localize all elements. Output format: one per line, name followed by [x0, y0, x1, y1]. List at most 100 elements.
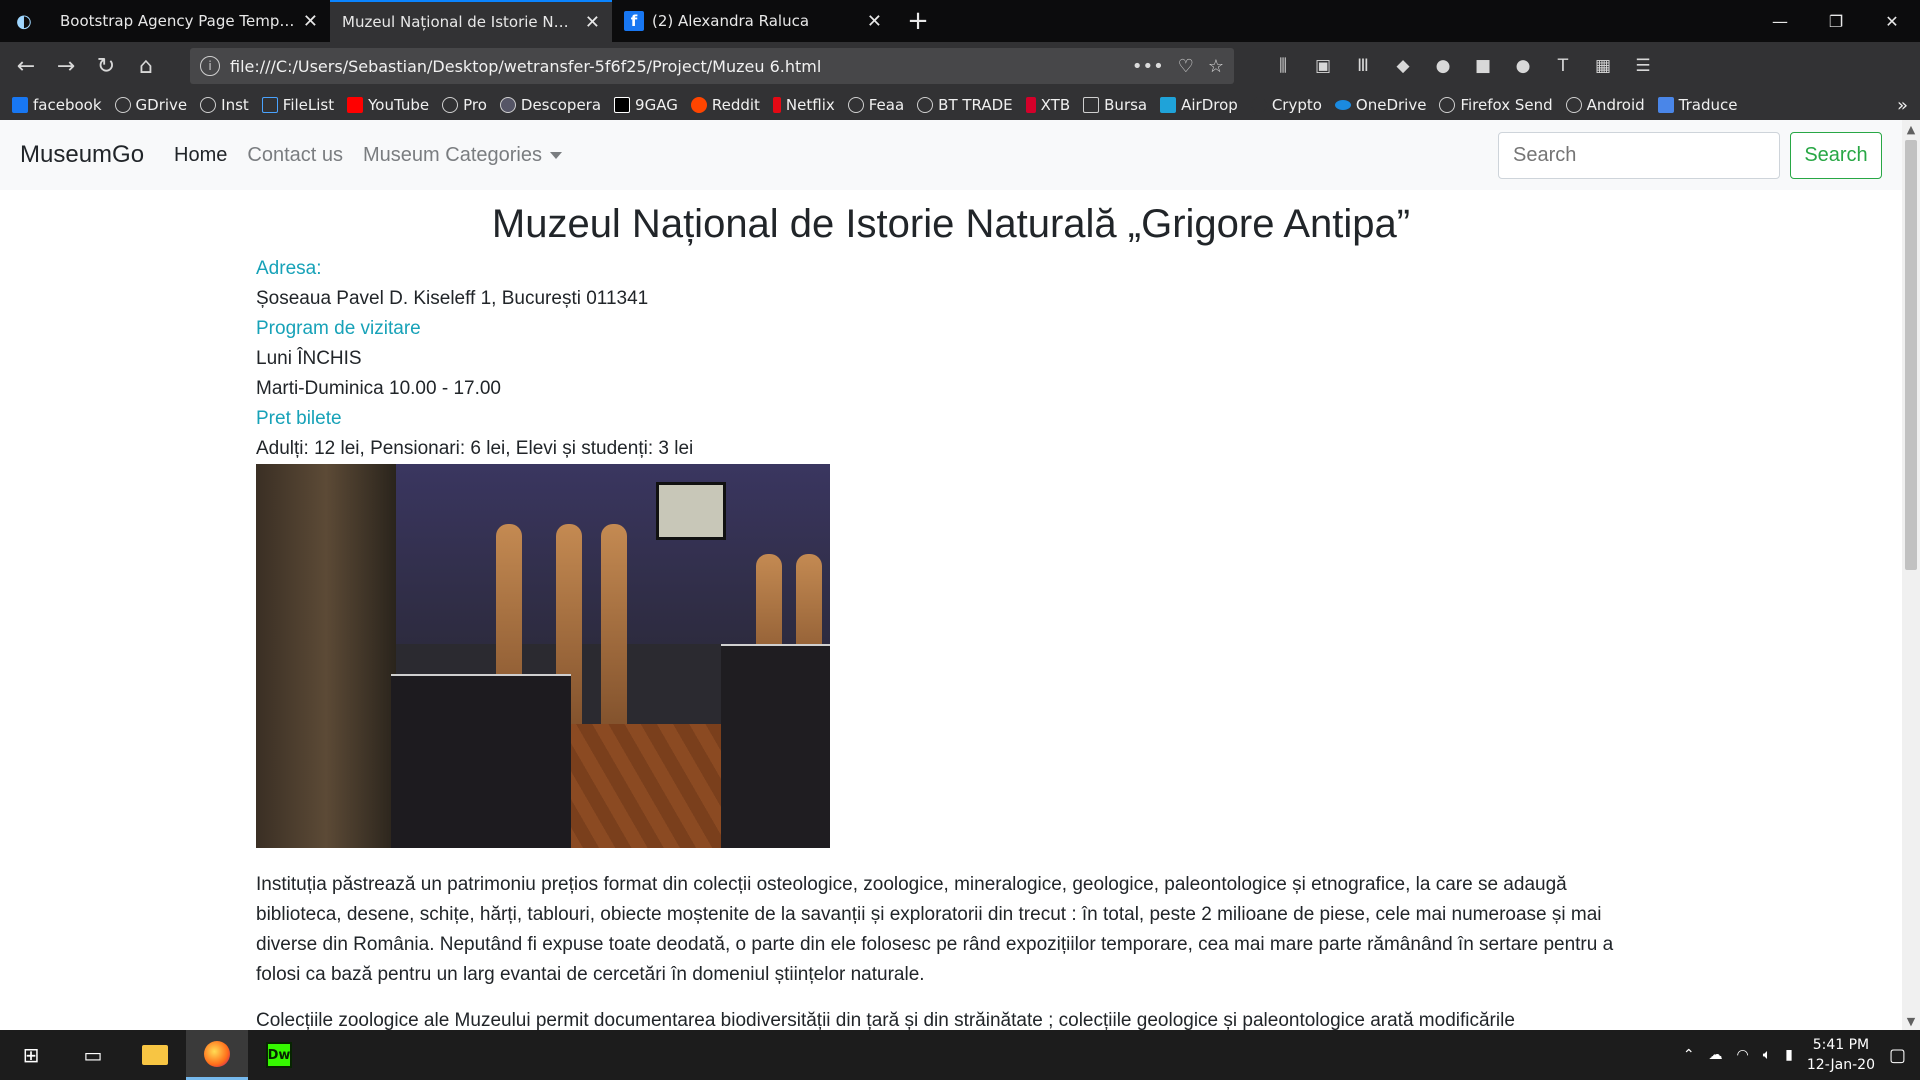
url-text[interactable]: file:///C:/Users/Sebastian/Desktop/wetra… — [230, 57, 1118, 76]
bookmark-airdrop[interactable]: AirDrop — [1160, 96, 1238, 114]
clock-time: 5:41 PM — [1812, 1037, 1870, 1053]
wifi-icon[interactable]: ◠ — [1737, 1047, 1749, 1063]
chevron-up-icon[interactable]: ⌃ — [1683, 1047, 1695, 1063]
dreamweaver-button[interactable]: Dw — [248, 1030, 310, 1080]
tab-muzeul-antipa[interactable]: Muzeul Național de Istorie Naturală „Gri… — [330, 0, 612, 42]
volume-icon[interactable]: 🔈︎ — [1763, 1047, 1771, 1063]
notifications-icon[interactable]: ▢ — [1889, 1045, 1906, 1066]
info-icon[interactable]: i — [200, 56, 220, 76]
bookmark-crypto[interactable]: Crypto — [1250, 96, 1322, 114]
bookmark-onedrive[interactable]: OneDrive — [1334, 96, 1426, 114]
browser-toolbar: ← → ↻ ⌂ i file:///C:/Users/Sebastian/Des… — [0, 42, 1920, 90]
task-view-icon[interactable]: ▭ — [62, 1030, 124, 1080]
ublock-icon[interactable]: ◆ — [1388, 51, 1418, 81]
globe-icon — [114, 97, 131, 113]
extension-yellow-icon[interactable]: ● — [1508, 51, 1538, 81]
reload-icon[interactable]: ↻ — [86, 46, 126, 86]
globe-icon — [1565, 97, 1582, 113]
tabs-icon[interactable]: Ⅲ — [1348, 51, 1378, 81]
bookmark-pro[interactable]: Pro — [442, 96, 487, 114]
bookmark-feaa[interactable]: Feaa — [847, 96, 905, 114]
9gag-icon — [614, 97, 631, 113]
bookmark-bursa[interactable]: Bursa — [1083, 96, 1147, 114]
back-arrow-icon[interactable]: ← — [6, 46, 46, 86]
close-icon[interactable]: ✕ — [585, 12, 600, 33]
bookmark-inst[interactable]: Inst — [200, 96, 249, 114]
bookmark-label: Feaa — [868, 96, 905, 114]
crypto-icon — [1250, 97, 1267, 113]
page-viewport: MuseumGo Home Contact us Museum Categori… — [0, 120, 1902, 1030]
windows-start-icon[interactable]: ⊞ — [0, 1030, 62, 1080]
close-icon[interactable]: ✕ — [867, 11, 882, 32]
globe-icon — [917, 97, 934, 113]
bookmark-youtube[interactable]: YouTube — [347, 96, 429, 114]
bookmark-label: facebook — [33, 96, 102, 114]
bookmark-traduce[interactable]: Traduce — [1657, 96, 1738, 114]
scroll-down-arrow-icon[interactable]: ▼ — [1902, 1012, 1920, 1030]
globe-icon — [1439, 97, 1456, 113]
close-icon[interactable]: ✕ — [303, 11, 318, 32]
price-label: Pret bilete — [256, 408, 342, 429]
bookmark-xtb[interactable]: XTB — [1025, 96, 1071, 114]
nav-contact[interactable]: Contact us — [247, 144, 343, 167]
extension-t-icon[interactable]: T — [1548, 51, 1578, 81]
extensions-icon[interactable]: ▦ — [1588, 51, 1618, 81]
extension-icon[interactable]: ■ — [1468, 51, 1498, 81]
file-explorer-button[interactable] — [124, 1030, 186, 1080]
bookmark-label: FileList — [282, 96, 335, 114]
tab-alexandra-raluca[interactable]: f (2) Alexandra Raluca ✕ — [612, 0, 894, 42]
forward-arrow-icon[interactable]: → — [46, 46, 86, 86]
account-icon[interactable]: ● — [1428, 51, 1458, 81]
library-icon[interactable]: ⫼ — [1268, 51, 1298, 81]
bookmark-facebook[interactable]: facebook — [12, 96, 102, 114]
tab-label: Muzeul Național de Istorie Naturală „Gri… — [342, 13, 577, 31]
scroll-up-arrow-icon[interactable]: ▲ — [1902, 120, 1920, 138]
dreamweaver-icon: Dw — [266, 1042, 292, 1068]
nav-home[interactable]: Home — [174, 144, 227, 167]
bookmark-descopera[interactable]: Descopera — [499, 96, 602, 114]
nav-museum-categories[interactable]: Museum Categories — [363, 144, 562, 167]
pocket-icon[interactable]: ♡ — [1178, 56, 1194, 77]
bookmark-star-icon[interactable]: ☆ — [1208, 56, 1224, 77]
search-button[interactable]: Search — [1790, 131, 1882, 179]
clock-date: 12-Jan-20 — [1806, 1057, 1875, 1073]
chevron-right-icon[interactable]: » — [1897, 95, 1908, 116]
page-actions-icon[interactable]: ••• — [1132, 56, 1164, 77]
hamburger-menu-icon[interactable]: ☰ — [1628, 51, 1658, 81]
firefox-button[interactable] — [186, 1030, 248, 1080]
url-bar[interactable]: i file:///C:/Users/Sebastian/Desktop/wet… — [190, 48, 1234, 84]
bookmark-netflix[interactable]: Netflix — [772, 96, 835, 114]
description-paragraph: Colecțiile zoologice ale Muzeului permit… — [256, 1010, 1515, 1030]
bookmark-reddit[interactable]: Reddit — [690, 96, 760, 114]
home-icon[interactable]: ⌂ — [126, 46, 166, 86]
price-value: Adulți: 12 lei, Pensionari: 6 lei, Elevi… — [256, 438, 694, 459]
photo-display-case — [721, 644, 830, 848]
bookmark-label: XTB — [1040, 96, 1071, 114]
clock[interactable]: 5:41 PM 12-Jan-20 — [1807, 1035, 1875, 1075]
minimize-icon[interactable]: — — [1752, 0, 1808, 42]
bookmark-android[interactable]: Android — [1565, 96, 1645, 114]
bookmark-firefox-send[interactable]: Firefox Send — [1439, 96, 1553, 114]
onedrive-cloud-icon[interactable]: ☁ — [1709, 1047, 1723, 1063]
site-navbar: MuseumGo Home Contact us Museum Categori… — [0, 120, 1902, 190]
tab-bootstrap-agency[interactable]: Bootstrap Agency Page Template ✕ — [48, 0, 330, 42]
site-brand[interactable]: MuseumGo — [20, 141, 144, 169]
app-menu-icon[interactable]: ◐ — [0, 0, 48, 42]
bookmark-filelist[interactable]: FileList — [261, 96, 335, 114]
bookmark-9gag[interactable]: 9GAG — [614, 96, 678, 114]
page-scrollbar[interactable]: ▲ ▼ — [1902, 120, 1920, 1030]
sidebar-icon[interactable]: ▣ — [1308, 51, 1338, 81]
new-tab-button[interactable]: + — [894, 0, 942, 42]
scrollbar-thumb[interactable] — [1905, 140, 1917, 570]
bookmark-gdrive[interactable]: GDrive — [114, 96, 187, 114]
photo-screen — [656, 482, 726, 540]
restore-icon[interactable]: ❐ — [1808, 0, 1864, 42]
address-label: Adresa: — [256, 258, 322, 279]
close-window-icon[interactable]: ✕ — [1864, 0, 1920, 42]
search-input[interactable] — [1498, 131, 1780, 179]
bookmark-label: Descopera — [520, 96, 602, 114]
window-controls: — ❐ ✕ — [1752, 0, 1920, 42]
battery-icon[interactable]: ▮ — [1785, 1047, 1793, 1063]
bookmark-bt-trade[interactable]: BT TRADE — [917, 96, 1013, 114]
bookmark-label: Pro — [463, 96, 487, 114]
